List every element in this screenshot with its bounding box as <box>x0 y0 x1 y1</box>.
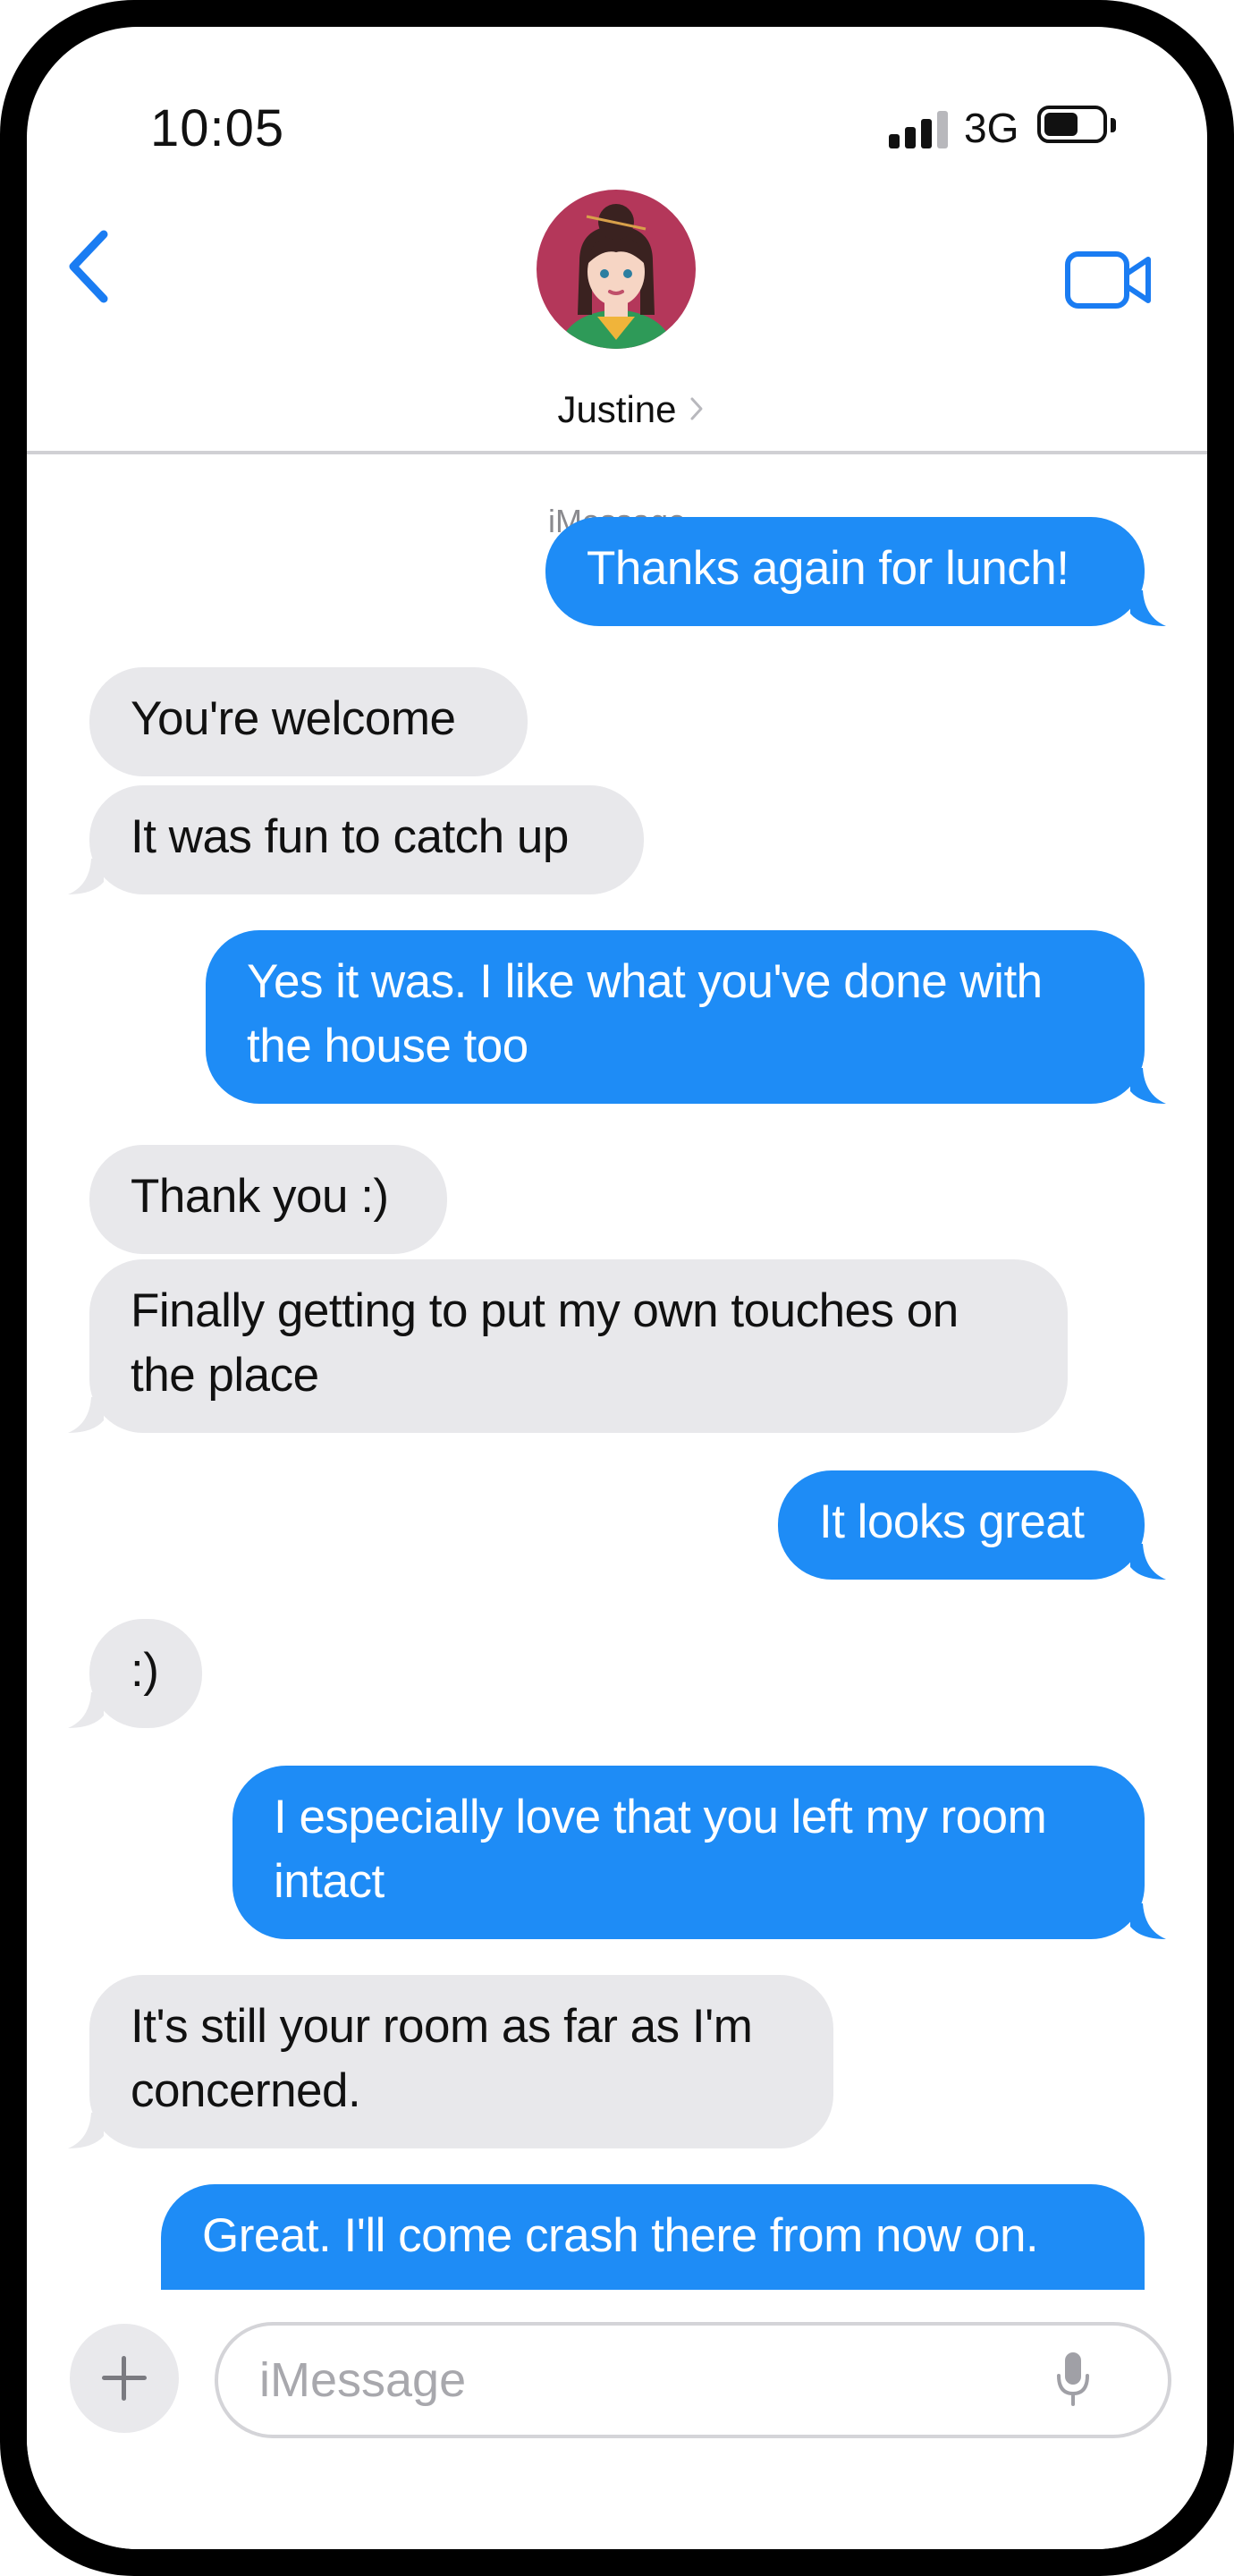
bubble-tail <box>1130 1544 1166 1580</box>
status-time: 10:05 <box>150 99 285 157</box>
bubble-tail <box>68 859 104 894</box>
chevron-left-icon <box>69 230 108 303</box>
bubble-tail <box>68 1397 104 1433</box>
battery-icon <box>1037 106 1107 143</box>
incoming-message[interactable]: Finally getting to put my own touches on… <box>89 1259 1068 1433</box>
message-input[interactable]: iMessage <box>215 2322 1171 2438</box>
chevron-right-icon <box>690 397 703 420</box>
header-divider <box>27 451 1207 454</box>
incoming-message[interactable]: You're welcome <box>89 667 528 776</box>
outgoing-message[interactable]: Thanks again for lunch! <box>545 517 1145 626</box>
video-camera-icon <box>1065 251 1151 309</box>
incoming-message[interactable]: It was fun to catch up <box>89 785 644 894</box>
bubble-tail <box>68 2113 104 2148</box>
incoming-message[interactable]: It's still your room as far as I'm conce… <box>89 1975 833 2148</box>
bubble-tail <box>1130 1068 1166 1104</box>
microphone-icon <box>1057 2352 1089 2406</box>
contact-name-button[interactable]: Justine <box>528 388 706 431</box>
incoming-message[interactable]: Thank you :) <box>89 1145 447 1254</box>
message-input-placeholder: iMessage <box>259 2353 467 2407</box>
signal-strength-icon <box>889 109 948 148</box>
plus-icon[interactable] <box>70 2324 179 2433</box>
video-call-button[interactable] <box>1064 249 1154 311</box>
outgoing-message[interactable]: Yes it was. I like what you've done with… <box>206 930 1145 1104</box>
outgoing-message[interactable]: It looks great <box>778 1470 1145 1580</box>
battery-tip <box>1111 118 1116 132</box>
battery-level <box>1044 113 1078 136</box>
bubble-tail <box>1130 590 1166 626</box>
back-button[interactable] <box>63 222 116 311</box>
phone-frame: 10:05 3G Justine Thanks again for lunch!… <box>0 0 1234 2576</box>
bubble-tail <box>68 1692 104 1728</box>
avatar <box>537 190 696 349</box>
outgoing-message[interactable]: I especially love that you left my room … <box>232 1766 1145 1939</box>
microphone-button[interactable] <box>1055 2351 1091 2408</box>
screen: 10:05 3G Justine Thanks again for lunch!… <box>27 27 1207 2549</box>
network-type: 3G <box>964 105 1019 151</box>
incoming-message[interactable]: :) <box>89 1619 202 1728</box>
bubble-tail <box>1130 1903 1166 1939</box>
contact-name: Justine <box>557 388 677 430</box>
contact-avatar[interactable] <box>537 190 696 349</box>
